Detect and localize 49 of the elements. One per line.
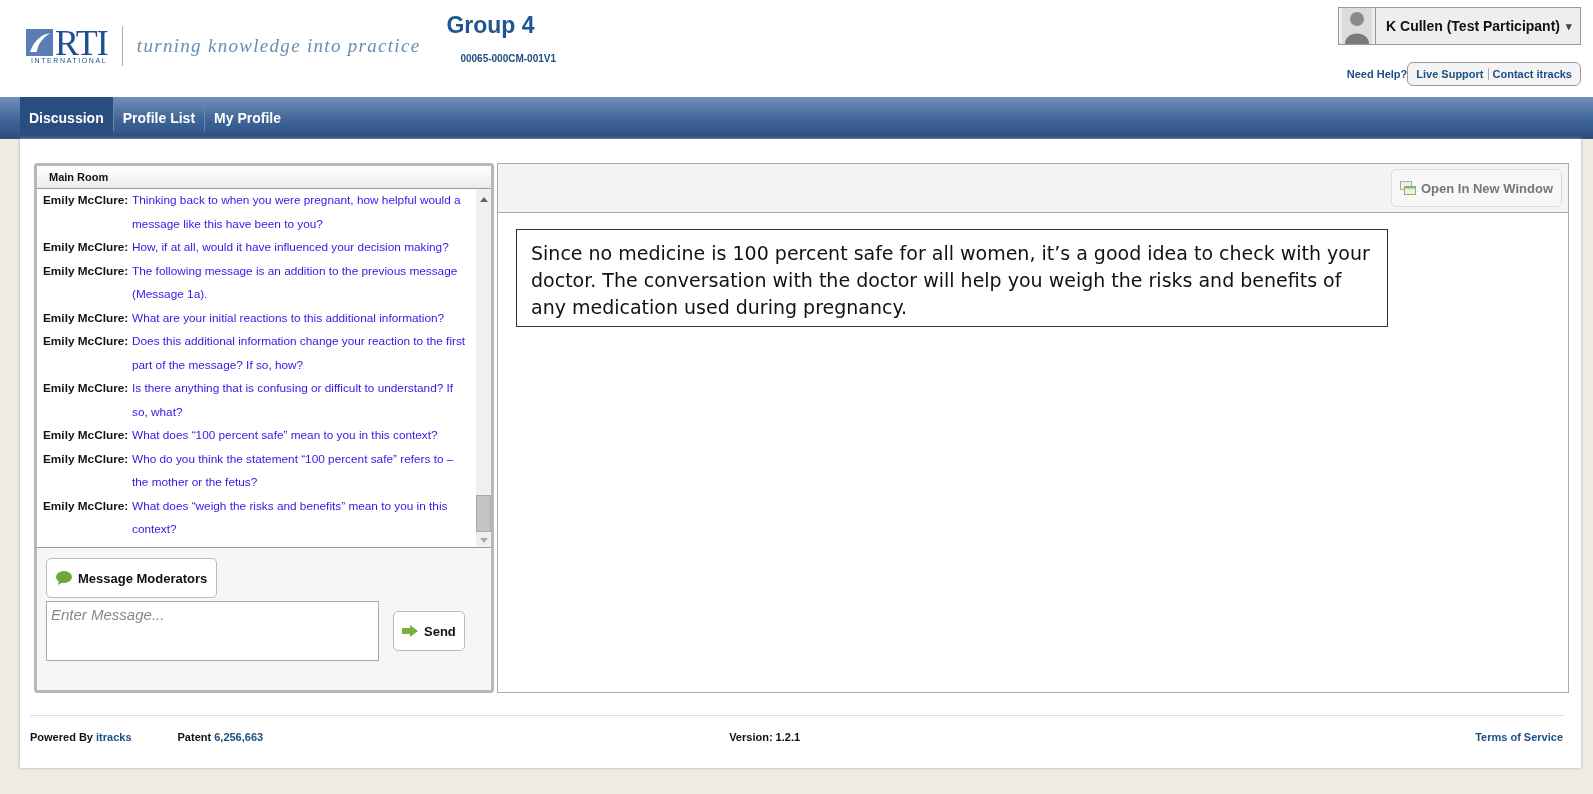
scrollbar-thumb[interactable] bbox=[476, 495, 491, 532]
message-author: Emily McClure: bbox=[43, 262, 130, 280]
message-text: Thinking back to when you were pregnant, how helpful would a message like this have been to you? bbox=[132, 192, 462, 233]
version-label: Version: 1.2.1 bbox=[729, 731, 801, 743]
help-link[interactable]: Contact itracks bbox=[1487, 68, 1576, 80]
group-code: 00065-000CM-001V1 bbox=[460, 53, 556, 64]
message-text: What does “100 percent safe” mean to you in this context? bbox=[132, 427, 439, 444]
itracks-link[interactable]: itracks bbox=[96, 731, 132, 743]
scroll-up-icon[interactable] bbox=[479, 197, 488, 202]
room-title: Main Room bbox=[49, 171, 109, 183]
message-author: Emily McClure: bbox=[43, 450, 130, 468]
logo-mark-icon bbox=[26, 28, 53, 56]
message-author: Emily McClure: bbox=[43, 309, 130, 327]
send-button[interactable]: Send bbox=[393, 611, 465, 651]
message-author: Emily McClure: bbox=[43, 333, 130, 350]
need-help-label: Need Help? bbox=[1346, 68, 1408, 80]
nav-tab[interactable]: Profile List bbox=[112, 105, 205, 131]
message-text: Is there anything that is confusing or difficult to understand? If so, what? bbox=[132, 380, 455, 421]
arrow-icon bbox=[402, 625, 418, 637]
message-text: What are your initial reactions to this additional information? bbox=[132, 309, 446, 327]
message-author: Emily McClure: bbox=[43, 239, 130, 256]
message-text: Does this additional information change your reaction to the first part of the message? If so, how? bbox=[132, 333, 466, 374]
windows-icon bbox=[1399, 181, 1416, 195]
patent-link[interactable]: 6,256,663 bbox=[214, 731, 264, 743]
scrollbar[interactable] bbox=[476, 189, 491, 547]
group-title: Group 4 bbox=[446, 12, 536, 39]
message-text: The following message is an addition to the previous message (Message 1a). bbox=[132, 262, 459, 303]
scroll-down-icon[interactable] bbox=[479, 538, 488, 543]
stimulus-message: Since no medicine is 100 percent safe for all women, it’s a good idea to check with your doctor. The conversation with the doctor will help you weigh the risks and benefits of any medication used during pregnancy. bbox=[516, 229, 1388, 327]
message-text: What does “weigh the risks and benefits” mean to you in this context? bbox=[132, 497, 449, 538]
logo-text: RTI bbox=[55, 28, 108, 57]
terms-link[interactable]: Terms of Service bbox=[1475, 731, 1563, 743]
tagline: turning knowledge into practice bbox=[136, 35, 421, 57]
nav-tab[interactable]: My Profile bbox=[204, 105, 290, 131]
help-link[interactable]: Live Support bbox=[1412, 68, 1488, 80]
message-input[interactable]: Enter Message... bbox=[46, 601, 379, 661]
message-author: Emily McClure: bbox=[43, 427, 130, 444]
message-author: Emily McClure: bbox=[43, 380, 130, 397]
powered-by-label: Powered By bbox=[30, 731, 93, 743]
message-moderators-button[interactable]: Message Moderators bbox=[46, 558, 218, 598]
patent-label: Patent bbox=[177, 731, 212, 743]
user-menu[interactable]: K Cullen (Test Participant) ▾ bbox=[1338, 7, 1581, 45]
message-author: Emily McClure: bbox=[43, 192, 130, 209]
nav-tab[interactable]: Discussion bbox=[20, 97, 113, 135]
message-author: Emily McClure: bbox=[43, 497, 130, 515]
speech-bubble-icon bbox=[56, 571, 72, 585]
avatar-icon bbox=[1339, 8, 1376, 44]
message-text: Who do you think the statement “100 percent safe” refers to – the mother or the fetus? bbox=[132, 450, 455, 491]
message-text: How, if at all, would it have influenced your decision making? bbox=[132, 239, 450, 256]
